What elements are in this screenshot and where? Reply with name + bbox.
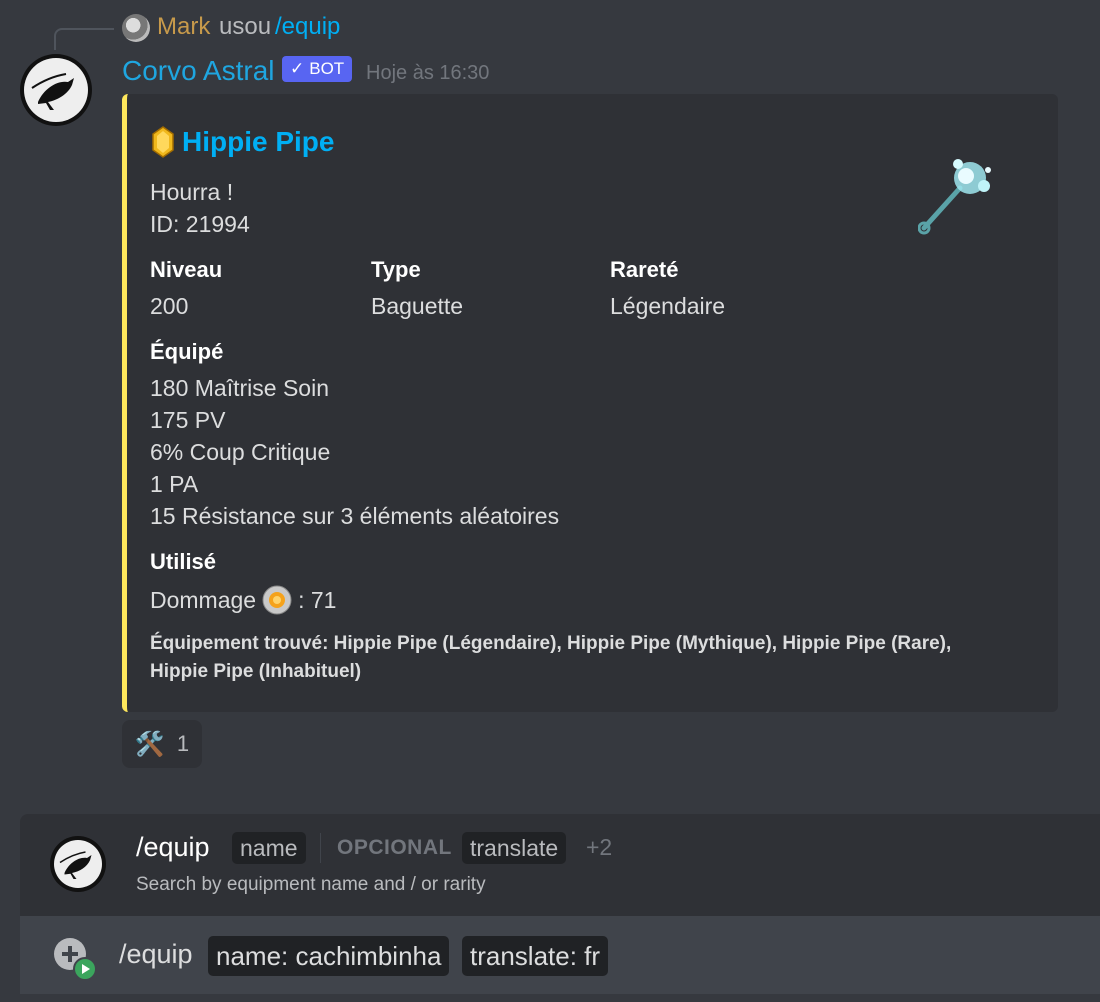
raven-avatar-image <box>54 840 102 888</box>
reply-connector <box>54 28 114 50</box>
fire-element-icon <box>262 585 292 615</box>
reply-action-text: usou <box>219 13 272 40</box>
reply-user-avatar[interactable] <box>122 14 150 42</box>
used-title: Utilisé <box>150 549 217 574</box>
field-type-name: Type <box>371 257 421 282</box>
bot-avatar[interactable] <box>20 54 92 126</box>
command-param-translate[interactable]: translate <box>462 832 567 864</box>
raven-avatar-image <box>24 58 88 122</box>
play-icon <box>73 957 97 981</box>
message-author[interactable]: Corvo Astral <box>122 55 275 87</box>
legendary-gem-icon <box>152 126 174 158</box>
field-rarity-value: Légendaire <box>610 293 726 319</box>
field-niveau-value: 200 <box>150 293 189 319</box>
bot-badge-label: BOT <box>309 59 345 78</box>
field-rarity-name: Rareté <box>610 257 679 282</box>
message-timestamp[interactable]: Hoje às 16:30 <box>366 62 489 85</box>
bot-badge: ✓ BOT <box>282 56 353 82</box>
optional-label: OPCIONAL <box>337 836 452 859</box>
embed-description-line2: ID: 21994 <box>150 211 250 237</box>
input-param-translate[interactable]: translate: fr <box>462 936 609 976</box>
command-suggestion-panel[interactable] <box>20 814 1100 916</box>
command-param-name[interactable]: name <box>232 832 306 864</box>
equipped-stat: 15 Résistance sur 3 éléments aléatoires <box>150 503 560 529</box>
equipped-title: Équipé <box>150 339 224 364</box>
equipped-stat: 180 Maîtrise Soin <box>150 375 329 401</box>
more-params-count[interactable]: +2 <box>586 834 612 861</box>
field-type-value: Baguette <box>371 293 464 319</box>
equipped-stat: 175 PV <box>150 407 226 433</box>
check-icon: ✓ <box>290 59 305 78</box>
embed-title[interactable]: Hippie Pipe <box>182 126 334 158</box>
tools-icon: 🛠️ <box>134 730 165 758</box>
reply-user-name[interactable]: Mark <box>157 13 210 41</box>
equipped-stat: 6% Coup Critique <box>150 439 331 465</box>
input-command-text[interactable]: /equip <box>119 939 193 970</box>
command-bot-avatar <box>50 836 106 892</box>
command-name[interactable]: /equip <box>136 832 210 863</box>
reaction-button[interactable]: 🛠️ 1 <box>122 720 202 768</box>
used-damage-value: : 71 <box>298 586 337 613</box>
command-description: Search by equipment name and / or rarity <box>136 874 486 895</box>
embed-description-line1: Hourra ! <box>150 179 234 205</box>
used-damage-label: Dommage <box>150 586 257 613</box>
param-divider <box>320 833 321 863</box>
input-param-name[interactable]: name: cachimbinha <box>208 936 450 976</box>
reply-command[interactable]: /equip <box>275 13 340 41</box>
used-damage-row: Dommage : 71 <box>150 585 336 615</box>
reaction-count: 1 <box>176 731 190 756</box>
embed-title-row: Hippie Pipe <box>152 126 334 158</box>
wand-thumbnail-image <box>918 159 991 235</box>
found-equipment-footer: Équipement trouvé: Hippie Pipe (Légendai… <box>150 633 952 682</box>
field-niveau-name: Niveau <box>150 257 223 282</box>
equipped-stat: 1 PA <box>150 471 199 497</box>
